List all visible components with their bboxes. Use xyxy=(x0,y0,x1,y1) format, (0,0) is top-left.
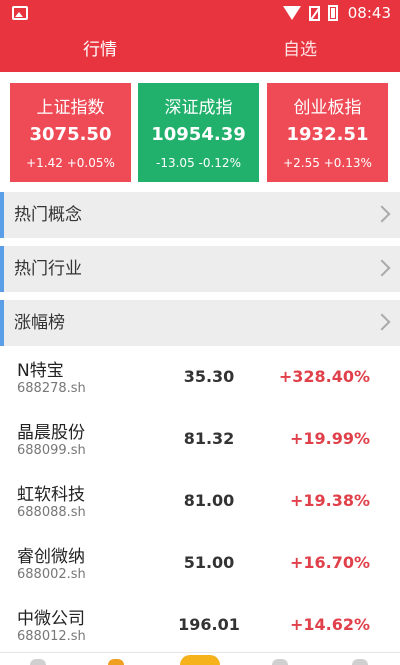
stock-name: N特宝 xyxy=(17,361,64,381)
image-notification-icon xyxy=(12,6,28,20)
index-name: 创业板指 xyxy=(293,98,362,118)
stock-code: 688099.sh xyxy=(17,443,86,458)
stock-code: 688278.sh xyxy=(17,381,86,396)
stock-row[interactable]: 睿创微纳 688002.sh 51.00 +16.70% xyxy=(0,534,400,596)
stock-change-pct: +16.70% xyxy=(289,553,370,572)
index-card-sh[interactable]: 上证指数 3075.50 +1.42 +0.05% xyxy=(10,83,131,182)
section-accent-bar xyxy=(0,246,4,292)
nav-center-icon[interactable] xyxy=(180,655,220,665)
stock-price: 81.00 xyxy=(183,491,235,510)
status-time: 08:43 xyxy=(347,4,391,22)
stock-change-pct: +14.62% xyxy=(289,615,370,634)
stock-row[interactable]: 中微公司 688012.sh 196.01 +14.62% xyxy=(0,596,400,658)
stock-price: 35.30 xyxy=(183,367,235,386)
section-top-gainers[interactable]: 涨幅榜 xyxy=(0,300,400,346)
section-label: 涨幅榜 xyxy=(14,313,65,333)
index-name: 深证成指 xyxy=(164,98,233,118)
stock-name: 中微公司 xyxy=(17,609,85,629)
top-nav: 行情 自选 xyxy=(0,28,400,72)
stock-change-pct: +19.38% xyxy=(289,491,370,510)
chevron-right-icon xyxy=(373,259,391,277)
stock-price: 81.32 xyxy=(183,429,235,448)
stock-row[interactable]: N特宝 688278.sh 35.30 +328.40% xyxy=(0,348,400,410)
stock-name: 虹软科技 xyxy=(17,485,85,505)
index-value: 1932.51 xyxy=(286,124,369,145)
section-accent-bar xyxy=(0,300,4,346)
nav-market-icon[interactable] xyxy=(108,659,124,665)
stock-change-pct: +19.99% xyxy=(289,429,370,448)
section-hot-industries[interactable]: 热门行业 xyxy=(0,246,400,292)
section-accent-bar xyxy=(0,192,4,238)
index-change: +2.55 +0.13% xyxy=(283,156,372,170)
tab-market[interactable]: 行情 xyxy=(40,28,160,72)
stock-name: 晶晨股份 xyxy=(17,423,85,443)
section-label: 热门概念 xyxy=(14,205,82,225)
chevron-right-icon xyxy=(373,205,391,223)
chevron-right-icon xyxy=(373,313,391,331)
section-label: 热门行业 xyxy=(14,259,82,279)
nav-home-icon[interactable] xyxy=(30,659,46,665)
stock-row[interactable]: 晶晨股份 688099.sh 81.32 +19.99% xyxy=(0,410,400,472)
section-hot-concepts[interactable]: 热门概念 xyxy=(0,192,400,238)
stock-row[interactable]: 虹软科技 688088.sh 81.00 +19.38% xyxy=(0,472,400,534)
index-value: 10954.39 xyxy=(151,124,246,145)
stock-name: 睿创微纳 xyxy=(17,547,85,567)
stock-code: 688012.sh xyxy=(17,629,86,644)
tab-watchlist[interactable]: 自选 xyxy=(240,28,360,72)
stock-change-pct: +328.40% xyxy=(278,367,370,386)
wifi-icon xyxy=(283,6,301,20)
index-value: 3075.50 xyxy=(29,124,112,145)
index-card-sz[interactable]: 深证成指 10954.39 -13.05 -0.12% xyxy=(138,83,259,182)
status-icons xyxy=(283,5,338,21)
index-name: 上证指数 xyxy=(36,98,105,118)
index-change: +1.42 +0.05% xyxy=(26,156,115,170)
nav-profile-icon[interactable] xyxy=(352,659,368,665)
stock-code: 688088.sh xyxy=(17,505,86,520)
nav-news-icon[interactable] xyxy=(272,659,288,665)
battery-icon xyxy=(328,5,338,21)
index-card-cyb[interactable]: 创业板指 1932.51 +2.55 +0.13% xyxy=(267,83,388,182)
stock-price: 196.01 xyxy=(178,615,240,634)
status-bar: 08:43 xyxy=(0,0,400,28)
stock-code: 688002.sh xyxy=(17,567,86,582)
stock-price: 51.00 xyxy=(183,553,235,572)
index-cards: 上证指数 3075.50 +1.42 +0.05% 深证成指 10954.39 … xyxy=(10,83,390,182)
index-change: -13.05 -0.12% xyxy=(156,156,241,170)
no-sim-icon xyxy=(309,5,320,21)
